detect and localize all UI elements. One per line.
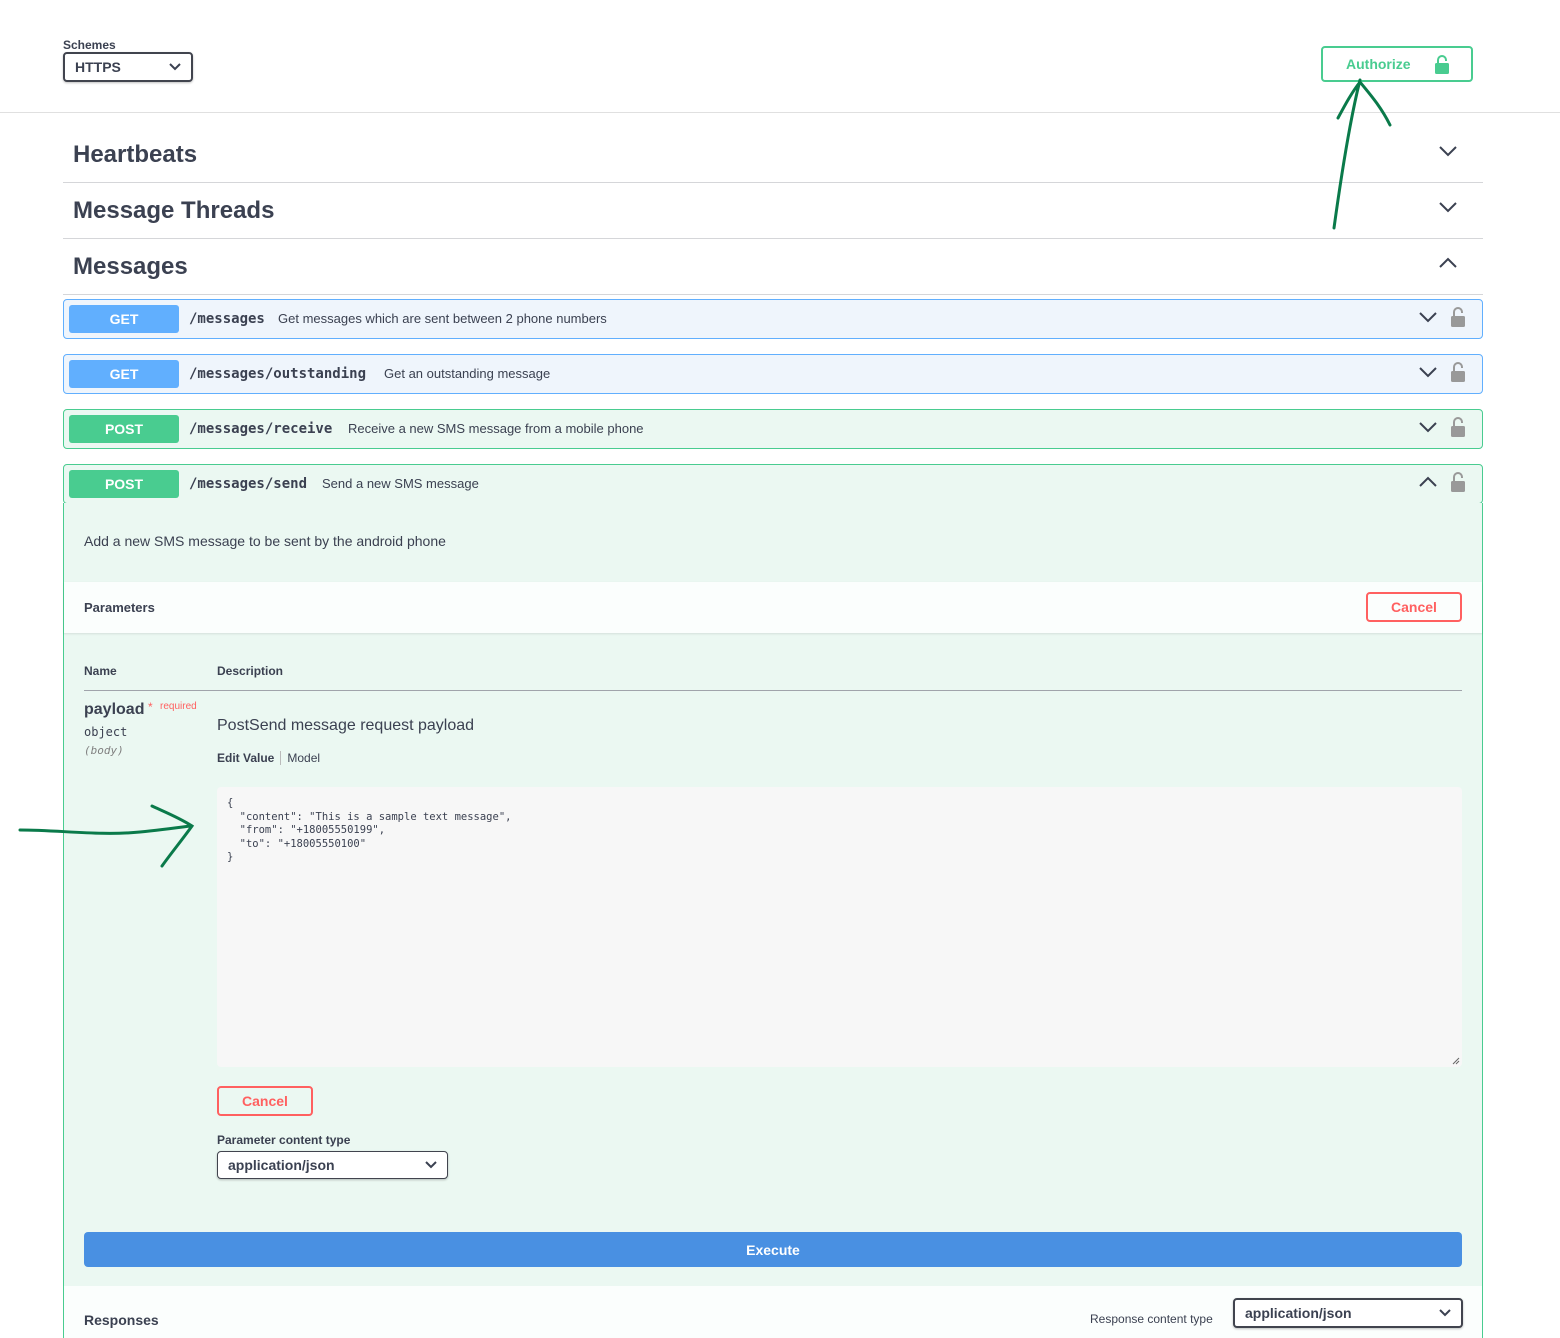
param-name: payload <box>84 701 145 718</box>
body-editor[interactable]: { "content": "This is a sample text mess… <box>217 787 1462 1067</box>
responses-title: Responses <box>84 1312 159 1328</box>
method-badge: POST <box>69 470 179 498</box>
lock-icon[interactable] <box>1451 307 1465 327</box>
param-description: PostSend message request payload <box>217 717 475 734</box>
op-get-messages-outstanding[interactable]: GET /messages/outstanding Get an outstan… <box>63 354 1483 394</box>
execute-button[interactable]: Execute <box>84 1232 1462 1267</box>
chevron-down-icon <box>425 1161 437 1169</box>
responses-header: Responses Response content type applicat… <box>64 1286 1482 1338</box>
op-send-body: Add a new SMS message to be sent by the … <box>63 503 1483 1338</box>
chevron-down-icon <box>169 63 181 71</box>
tag-message-threads[interactable]: Message Threads <box>63 183 1483 239</box>
column-description-header: Description <box>217 664 284 678</box>
op-path: /messages/receive <box>189 421 333 437</box>
tab-model[interactable]: Model <box>287 751 320 765</box>
authorize-button[interactable]: Authorize <box>1321 46 1473 82</box>
tab-separator <box>280 751 282 765</box>
column-name-header: Name <box>84 664 117 678</box>
chevron-up-icon <box>1439 257 1457 268</box>
tag-title: Heartbeats <box>73 141 198 168</box>
authorize-label: Authorize <box>1346 56 1411 72</box>
op-path: /messages/send <box>189 476 308 492</box>
param-location: (body) <box>84 744 124 757</box>
parameters-title: Parameters <box>84 600 155 615</box>
op-post-messages-send[interactable]: POST /messages/send Send a new SMS messa… <box>63 464 1483 504</box>
chevron-up-icon <box>1419 476 1437 487</box>
parameters-header: Parameters Cancel <box>64 582 1482 633</box>
chevron-down-icon <box>1439 202 1457 213</box>
op-summary: Send a new SMS message <box>322 476 479 491</box>
parameter-content-type-value: application/json <box>228 1157 335 1173</box>
value-model-tabs: Edit Value Model <box>217 751 320 765</box>
chevron-down-icon <box>1419 367 1437 378</box>
chevron-down-icon <box>1439 146 1457 157</box>
tag-heartbeats[interactable]: Heartbeats <box>63 127 1483 183</box>
schemes-label: Schemes <box>63 38 116 52</box>
chevron-down-icon <box>1419 422 1437 433</box>
op-summary: Get an outstanding message <box>384 366 551 381</box>
lock-icon[interactable] <box>1451 362 1465 382</box>
method-badge: GET <box>69 360 179 388</box>
op-path: /messages/outstanding <box>189 366 367 382</box>
op-post-messages-receive[interactable]: POST /messages/receive Receive a new SMS… <box>63 409 1483 449</box>
parameter-content-type-select[interactable]: application/json <box>217 1151 448 1179</box>
divider <box>84 690 1462 691</box>
param-type: object <box>84 725 128 739</box>
cancel-button[interactable]: Cancel <box>1366 592 1462 622</box>
method-badge: POST <box>69 415 179 443</box>
tab-edit-value[interactable]: Edit Value <box>217 751 274 765</box>
lock-icon <box>1435 55 1449 74</box>
op-description: Add a new SMS message to be sent by the … <box>84 533 446 549</box>
response-content-type-value: application/json <box>1245 1305 1352 1321</box>
op-get-messages[interactable]: GET /messages Get messages which are sen… <box>63 299 1483 339</box>
response-content-type-select[interactable]: application/json <box>1233 1298 1463 1328</box>
lock-icon[interactable] <box>1451 472 1465 492</box>
op-summary: Get messages which are sent between 2 ph… <box>278 311 607 326</box>
op-path: /messages <box>189 311 265 327</box>
chevron-down-icon <box>1419 312 1437 323</box>
cancel-button-lower[interactable]: Cancel <box>217 1086 313 1116</box>
lock-icon[interactable] <box>1451 417 1465 437</box>
method-badge: GET <box>69 305 179 333</box>
chevron-down-icon <box>1439 1309 1451 1317</box>
parameter-content-type-label: Parameter content type <box>217 1133 351 1147</box>
resize-grip-icon[interactable] <box>1452 1057 1460 1065</box>
schemes-select[interactable]: HTTPS <box>63 52 193 82</box>
tag-messages[interactable]: Messages <box>63 239 1483 295</box>
schemes-value: HTTPS <box>75 59 121 75</box>
required-label: required <box>160 701 197 712</box>
body-editor-text[interactable]: { "content": "This is a sample text mess… <box>227 797 1452 865</box>
op-summary: Receive a new SMS message from a mobile … <box>348 421 644 436</box>
topbar: Schemes HTTPS Authorize <box>0 0 1560 113</box>
tag-title: Message Threads <box>73 197 275 224</box>
response-content-type-label: Response content type <box>1090 1312 1213 1326</box>
tag-title: Messages <box>73 253 188 280</box>
required-star: * <box>148 700 153 714</box>
